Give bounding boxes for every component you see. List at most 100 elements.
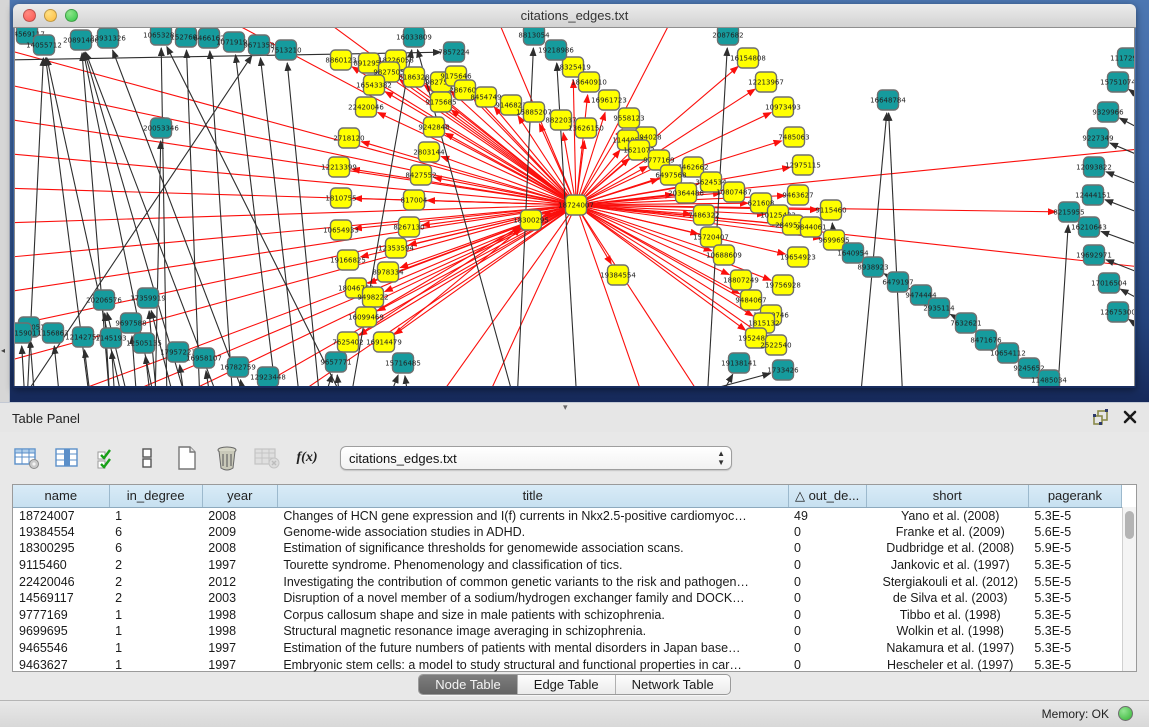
table-cell[interactable]: 6 <box>109 524 202 541</box>
column-header-out_de[interactable]: △ out_de... <box>788 485 866 507</box>
network-canvas[interactable]: 1872400788601238912954182260589827505818… <box>14 28 1135 386</box>
table-cell[interactable]: 9465546 <box>13 640 109 657</box>
table-cell[interactable]: 49 <box>788 507 866 524</box>
table-cell[interactable]: 5.3E-5 <box>1028 640 1121 657</box>
table-cell[interactable]: Dudbridge et al. (2008) <box>866 540 1028 557</box>
table-cell[interactable]: 0 <box>788 557 866 574</box>
table-cell[interactable]: 2012 <box>202 573 277 590</box>
graph-node[interactable]: 1810755 <box>325 188 356 208</box>
graph-node[interactable]: 9463627 <box>782 185 813 205</box>
table-cell[interactable]: 0 <box>788 524 866 541</box>
table-cell[interactable]: Genome-wide association studies in ADHD. <box>277 524 788 541</box>
table-row[interactable]: 911546021997Tourette syndrome. Phenomeno… <box>13 557 1122 574</box>
table-cell[interactable]: Yano et al. (2008) <box>866 507 1028 524</box>
graph-node[interactable]: 9175685 <box>425 92 456 112</box>
table-cell[interactable]: 2 <box>109 590 202 607</box>
graph-node[interactable]: 15751074 <box>1100 72 1135 92</box>
table-row[interactable]: 969969511998Structural magnetic resonanc… <box>13 623 1122 640</box>
table-cell[interactable]: 1 <box>109 640 202 657</box>
table-cell[interactable]: Corpus callosum shape and size in male p… <box>277 607 788 624</box>
table-cell[interactable]: 2009 <box>202 524 277 541</box>
citation-network-graph[interactable]: 1872400788601238912954182260589827505818… <box>15 28 1135 386</box>
table-cell[interactable]: Changes of HCN gene expression and I(f) … <box>277 507 788 524</box>
table-cell[interactable]: 0 <box>788 590 866 607</box>
table-cell[interactable]: Nakamura et al. (1997) <box>866 640 1028 657</box>
network-view-window[interactable]: citations_edges.txt 18724007886012389129… <box>13 4 1136 388</box>
table-cell[interactable]: 5.3E-5 <box>1028 623 1121 640</box>
side-panel-collapse-strip[interactable]: ◂ <box>0 0 10 402</box>
delete-column-icon[interactable] <box>212 443 242 473</box>
graph-node[interactable]: 9558123 <box>613 108 644 128</box>
table-cell[interactable]: Investigating the contribution of common… <box>277 573 788 590</box>
table-cell[interactable]: 0 <box>788 607 866 624</box>
graph-node[interactable]: 1156863 <box>37 323 68 343</box>
table-cell[interactable]: 6 <box>109 540 202 557</box>
graph-node[interactable]: 7513210 <box>270 40 301 60</box>
table-cell[interactable]: 2008 <box>202 507 277 524</box>
table-cell[interactable]: 14569117 <box>13 590 109 607</box>
tab-network-table[interactable]: Network Table <box>616 675 730 694</box>
graph-node[interactable]: 16154808 <box>730 48 766 68</box>
column-header-pagerank[interactable]: pagerank <box>1028 485 1121 507</box>
table-cell[interactable]: 9777169 <box>13 607 109 624</box>
table-cell[interactable]: 1 <box>109 507 202 524</box>
graph-node[interactable]: 9115460 <box>815 200 846 220</box>
table-selector-dropdown[interactable]: citations_edges.txt ▲▼ <box>340 446 732 470</box>
function-builder-icon[interactable]: f(x) <box>292 443 322 473</box>
table-cell[interactable]: 2 <box>109 573 202 590</box>
graph-node[interactable]: 7486322 <box>688 205 719 225</box>
table-row[interactable]: 1830029562008Estimation of significance … <box>13 540 1122 557</box>
graph-node[interactable]: 7485063 <box>778 127 809 147</box>
graph-node[interactable]: 16914479 <box>366 332 402 352</box>
table-cell[interactable]: 5.3E-5 <box>1028 590 1121 607</box>
graph-node[interactable]: 9498222 <box>357 287 388 307</box>
tab-edge-table[interactable]: Edge Table <box>518 675 616 694</box>
table-cell[interactable]: 1997 <box>202 656 277 673</box>
graph-node[interactable]: 7857224 <box>438 42 470 62</box>
graph-node[interactable]: 2935114 <box>923 298 955 318</box>
table-cell[interactable]: 5.6E-5 <box>1028 524 1121 541</box>
graph-node[interactable]: 19138141 <box>721 353 757 373</box>
table-cell[interactable]: 0 <box>788 623 866 640</box>
graph-node[interactable]: 12213399 <box>321 157 357 177</box>
table-cell[interactable]: Hescheler et al. (1997) <box>866 656 1028 673</box>
graph-node[interactable]: 9227349 <box>1082 128 1113 148</box>
close-panel-icon[interactable] <box>1123 410 1137 424</box>
show-columns-icon[interactable] <box>52 443 82 473</box>
table-cell[interactable]: 1997 <box>202 557 277 574</box>
table-cell[interactable]: 22420046 <box>13 573 109 590</box>
table-cell[interactable]: 0 <box>788 640 866 657</box>
table-cell[interactable]: 5.3E-5 <box>1028 557 1121 574</box>
table-cell[interactable]: 0 <box>788 656 866 673</box>
table-row[interactable]: 1938455462009Genome-wide association stu… <box>13 524 1122 541</box>
table-cell[interactable]: Estimation of significance thresholds fo… <box>277 540 788 557</box>
table-cell[interactable]: 0 <box>788 540 866 557</box>
table-cell[interactable]: 18300295 <box>13 540 109 557</box>
graph-node[interactable]: 2522540 <box>760 335 791 355</box>
table-cell[interactable]: 1997 <box>202 640 277 657</box>
graph-node[interactable]: 19756928 <box>765 275 801 295</box>
graph-node[interactable]: 12975115 <box>785 155 821 175</box>
graph-node[interactable]: 1145193 <box>95 328 126 348</box>
table-row[interactable]: 1872400712008Changes of HCN gene express… <box>13 507 1122 524</box>
graph-node[interactable]: 1733426 <box>767 360 799 380</box>
table-cell[interactable]: 2003 <box>202 590 277 607</box>
graph-node[interactable]: 15716485 <box>385 353 421 373</box>
graph-node[interactable]: 23931326 <box>90 28 126 48</box>
graph-node[interactable]: 817004 <box>401 190 428 210</box>
table-cell[interactable]: Wolkin et al. (1998) <box>866 623 1028 640</box>
graph-node[interactable]: 19692971 <box>1076 245 1112 265</box>
graph-node[interactable]: 7632621 <box>950 313 981 333</box>
table-scrollbar[interactable] <box>1122 507 1136 671</box>
graph-node[interactable]: 9844061 <box>795 217 826 237</box>
graph-node[interactable]: 9329966 <box>1092 102 1124 122</box>
graph-node[interactable]: 19166825 <box>330 250 366 270</box>
table-cell[interactable]: 1998 <box>202 623 277 640</box>
table-cell[interactable]: 0 <box>788 573 866 590</box>
table-cell[interactable]: 2008 <box>202 540 277 557</box>
column-header-year[interactable]: year <box>202 485 277 507</box>
table-cell[interactable]: 1998 <box>202 607 277 624</box>
table-cell[interactable]: de Silva et al. (2003) <box>866 590 1028 607</box>
table-cell[interactable]: Structural magnetic resonance image aver… <box>277 623 788 640</box>
table-cell[interactable]: 5.3E-5 <box>1028 607 1121 624</box>
